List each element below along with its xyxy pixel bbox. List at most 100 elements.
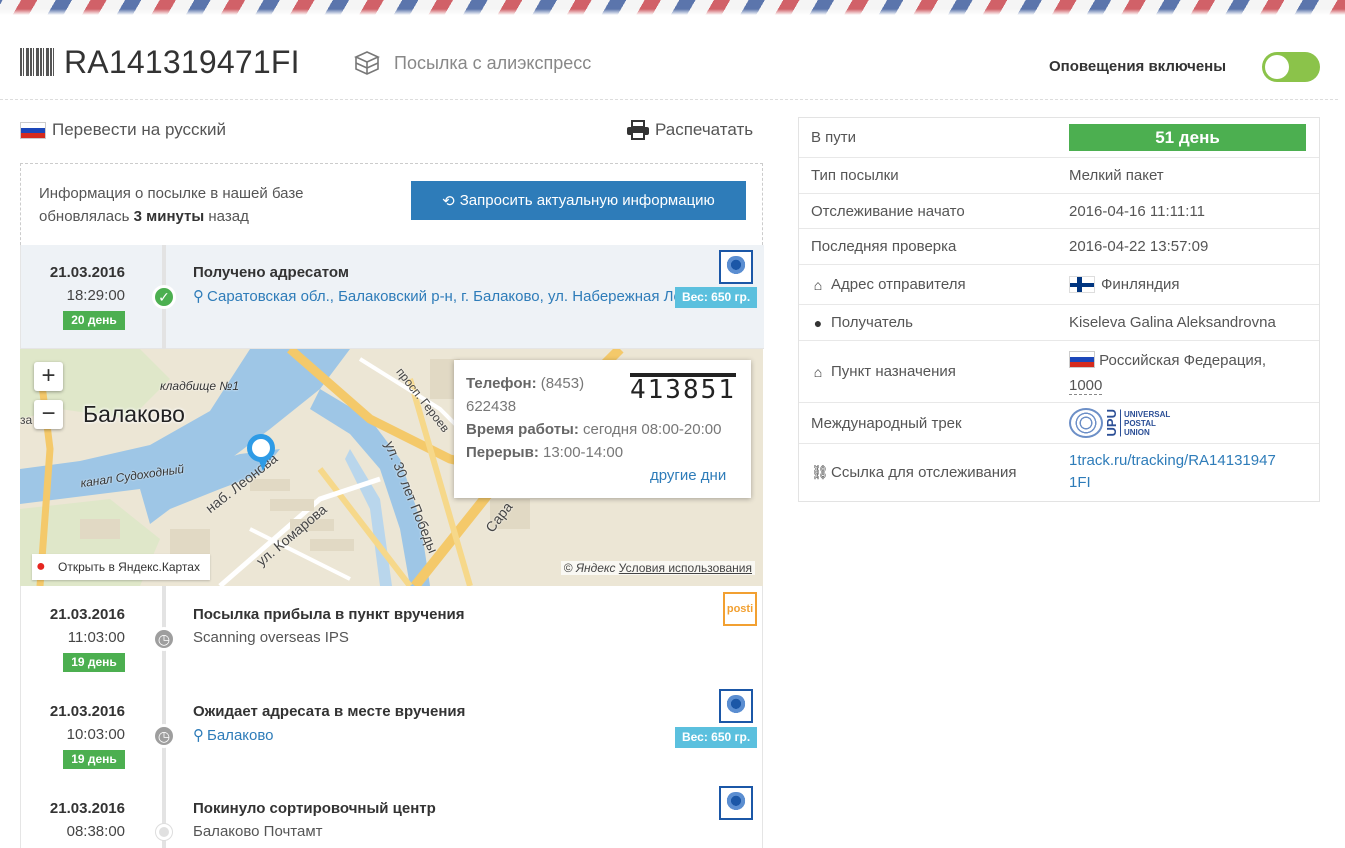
popup-hours-label: Время работы: bbox=[466, 421, 579, 438]
event-time: 18:29:00 bbox=[66, 287, 125, 304]
event-location: Саратовская обл., Балаковский р-н, г. Ба… bbox=[207, 288, 683, 305]
event-days-badge: 19 день bbox=[63, 750, 125, 769]
event-date: 21.03.2016 bbox=[49, 606, 125, 623]
map-marker-icon: ⚲ bbox=[193, 727, 204, 744]
details-row: Последняя проверка 2016-04-22 13:57:09 bbox=[799, 229, 1319, 265]
posti-logo: posti bbox=[723, 592, 757, 626]
map-copyright: © Яндекс Условия использования bbox=[560, 561, 755, 575]
update-info-suffix: назад bbox=[204, 208, 249, 225]
details-row: ⛓ Ссылка для отслеживания 1track.ru/track… bbox=[799, 444, 1319, 501]
upu-text-line: UNION bbox=[1124, 427, 1150, 437]
map-location-pin[interactable] bbox=[247, 434, 275, 471]
weight-badge: Вес: 650 гр. bbox=[675, 727, 758, 748]
destination-label-cell: ⌂ Пункт назначения bbox=[799, 341, 1057, 402]
russia-flag-icon bbox=[20, 121, 46, 139]
printer-icon bbox=[627, 120, 649, 140]
map-city-label: Балаково bbox=[83, 401, 185, 427]
popup-break: Перерыв: 13:00-14:00 bbox=[466, 441, 739, 464]
russian-post-logo bbox=[719, 786, 753, 820]
details-row: В пути 51 день bbox=[799, 118, 1319, 158]
translate-link[interactable]: Перевести на русский bbox=[20, 120, 226, 140]
clock-icon: ◷ bbox=[152, 627, 176, 651]
print-link[interactable]: Распечатать bbox=[626, 120, 753, 140]
step-dot-icon bbox=[156, 824, 172, 840]
destination-zip[interactable]: 1000 bbox=[1069, 377, 1103, 395]
event-subtitle: Балаково Почтамт bbox=[193, 823, 323, 840]
event-row[interactable]: 21.03.2016 18:29:00 20 день ✓ Получено а… bbox=[21, 245, 764, 349]
terms-link[interactable]: Условия использования bbox=[619, 561, 752, 575]
event-location-link[interactable]: ⚲ Саратовская обл., Балаковский р-н, г. Б… bbox=[193, 287, 683, 305]
destination-label: Пункт назначения bbox=[831, 363, 956, 380]
details-row: Отслеживание начато 2016-04-16 11:11:11 bbox=[799, 194, 1319, 229]
russian-post-logo bbox=[719, 689, 753, 723]
un-globe-icon bbox=[1069, 408, 1103, 438]
map-label-cemetery: кладбище №1 bbox=[160, 379, 240, 393]
event-row[interactable]: 21.03.2016 10:03:00 19 день ◷ Ожидает ад… bbox=[21, 687, 764, 783]
tracking-link[interactable]: 1track.ru/tracking/RA14131947 1FI bbox=[1069, 450, 1307, 494]
sender-value: Финляндия bbox=[1101, 276, 1180, 293]
event-date: 21.03.2016 bbox=[49, 264, 125, 281]
upu-logo[interactable]: UPU UNIVERSAL POSTAL UNION bbox=[1069, 408, 1170, 438]
translate-label: Перевести на русский bbox=[52, 120, 226, 139]
sender-label: Адрес отправителя bbox=[831, 276, 966, 293]
upu-text-line: POSTAL bbox=[1124, 418, 1156, 428]
event-location-link[interactable]: ⚲ Балаково bbox=[193, 726, 274, 744]
refresh-info-label: Запросить актуальную информацию bbox=[459, 192, 715, 209]
yandex-map[interactable]: + − Балаково кладбище №1 канал Судоходны… bbox=[20, 349, 763, 586]
tracking-link-label-cell: ⛓ Ссылка для отслеживания bbox=[799, 444, 1057, 501]
eagle-icon bbox=[726, 256, 746, 278]
event-title: Ожидает адресата в месте вручения bbox=[193, 703, 466, 720]
details-row: ● Получатель Kiseleva Galina Aleksandrovn… bbox=[799, 305, 1319, 341]
event-days-badge: 19 день bbox=[63, 653, 125, 672]
open-in-yandex-link[interactable]: ● Открыть в Яндекс.Картах bbox=[32, 554, 210, 580]
postcode-display: 413851 bbox=[630, 373, 736, 405]
user-icon: ● bbox=[813, 314, 823, 331]
parcel-details-table: В пути 51 день Тип посылки Мелкий пакет … bbox=[798, 117, 1320, 502]
office-info-popup: Телефон: (8453) 622438 Время работы: сег… bbox=[454, 360, 751, 498]
eagle-icon bbox=[726, 792, 746, 814]
print-label: Распечатать bbox=[655, 120, 754, 139]
tracking-link-line2: 1FI bbox=[1069, 474, 1091, 491]
notifications-toggle[interactable] bbox=[1262, 52, 1320, 82]
delivered-check-icon: ✓ bbox=[152, 285, 176, 309]
parcel-type-value: Мелкий пакет bbox=[1069, 167, 1164, 184]
popup-phone-label: Телефон: bbox=[466, 375, 537, 392]
in-transit-days-bar: 51 день bbox=[1069, 124, 1306, 151]
event-title: Посылка прибыла в пункт вручения bbox=[193, 606, 465, 623]
event-days-badge: 20 день bbox=[63, 311, 125, 330]
details-row: Международный трек UPU UNIVERSAL POSTAL … bbox=[799, 403, 1319, 444]
finland-flag-icon bbox=[1069, 276, 1095, 293]
zoom-in-button[interactable]: + bbox=[34, 362, 63, 391]
popup-break-value: 13:00-14:00 bbox=[543, 444, 624, 461]
tracking-link-label: Ссылка для отслеживания bbox=[831, 464, 1017, 481]
update-info-prefix: обновлялась bbox=[39, 208, 134, 225]
recipient-label-cell: ● Получатель bbox=[799, 305, 1057, 340]
upu-word: UPU bbox=[1104, 409, 1121, 437]
details-row: ⌂ Адрес отправителя Финляндия bbox=[799, 265, 1319, 305]
barcode-icon bbox=[20, 48, 54, 76]
event-time: 10:03:00 bbox=[66, 726, 125, 743]
event-row[interactable]: 21.03.2016 11:03:00 19 день ◷ Посылка пр… bbox=[21, 590, 764, 686]
toggle-knob bbox=[1265, 55, 1289, 79]
tracking-link-line1: 1track.ru/tracking/RA14131947 bbox=[1069, 452, 1276, 469]
map-marker-icon: ⚲ bbox=[193, 288, 204, 305]
update-info-line1: Информация о посылке в нашей базе bbox=[39, 185, 304, 202]
recipient-label: Получатель bbox=[831, 314, 913, 331]
copyright-text: © Яндекс bbox=[563, 561, 616, 575]
home-icon: ⌂ bbox=[813, 276, 823, 293]
other-days-link[interactable]: другие дни bbox=[650, 464, 726, 487]
tracking-number: RA141319471FI bbox=[64, 44, 300, 80]
airmail-stripe bbox=[0, 0, 1345, 15]
notifications-label: Оповещения включены bbox=[1049, 58, 1227, 75]
popup-break-label: Перерыв: bbox=[466, 444, 539, 461]
zoom-out-button[interactable]: − bbox=[34, 400, 63, 429]
event-row[interactable]: 21.03.2016 08:38:00 Покинуло сортировочн… bbox=[21, 784, 764, 848]
parcel-name[interactable]: Посылка с алиэкспресс bbox=[394, 53, 591, 74]
event-date: 21.03.2016 bbox=[49, 703, 125, 720]
refresh-info-button[interactable]: ⟲ Запросить актуальную информацию bbox=[411, 181, 746, 220]
russian-post-logo bbox=[719, 250, 753, 284]
recipient-value: Kiseleva Galina Aleksandrovna bbox=[1069, 314, 1276, 331]
package-icon bbox=[354, 51, 380, 75]
header-divider bbox=[0, 99, 1338, 100]
update-info-box: Информация о посылке в нашей базе обновл… bbox=[20, 163, 763, 245]
